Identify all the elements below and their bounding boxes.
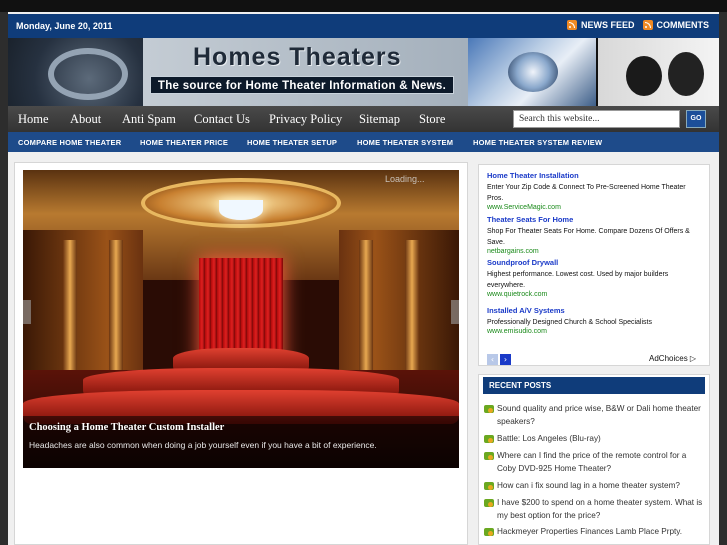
ad-url[interactable]: www.quietrock.com: [487, 291, 701, 298]
recent-post-link[interactable]: Where can I find the price of the remote…: [497, 451, 686, 473]
ad-item: Home Theater Installation Enter Your Zip…: [487, 171, 701, 211]
cat-home-theater-setup[interactable]: HOME THEATER SETUP: [247, 138, 337, 147]
ad-title[interactable]: Theater Seats For Home: [487, 215, 701, 224]
header-speaker-image: [8, 38, 143, 106]
search-go-button[interactable]: GO: [686, 110, 706, 128]
ad-description: Shop For Theater Seats For Home. Compare…: [487, 228, 690, 246]
recent-post-link[interactable]: Sound quality and price wise, B&W or Dal…: [497, 404, 701, 426]
nav-store[interactable]: Store: [419, 112, 445, 127]
site-tagline: The source for Home Theater Information …: [150, 76, 454, 94]
post-icon: [484, 452, 494, 460]
page-wrapper: Monday, June 20, 2011 NEWS FEED COMMENTS…: [8, 12, 719, 545]
recent-post-link[interactable]: I have $200 to spend on a home theater s…: [497, 498, 702, 520]
ad-description: Professionally Designed Church & School …: [487, 319, 652, 326]
nav-home[interactable]: Home: [18, 112, 49, 127]
ad-url[interactable]: netbargains.com: [487, 248, 701, 255]
featured-slider[interactable]: Loading... Choosing a Home Theater Custo…: [23, 170, 459, 468]
current-date: Monday, June 20, 2011: [16, 21, 113, 31]
nav-contact-us[interactable]: Contact Us: [194, 112, 250, 127]
rss-icon: [566, 20, 577, 30]
headphone-cup-left: [626, 56, 662, 96]
slider-loading: Loading...: [385, 174, 425, 184]
ad-description: Enter Your Zip Code & Connect To Pre-Scr…: [487, 184, 686, 202]
ad-item: Installed A/V Systems Professionally Des…: [487, 306, 701, 335]
top-strip: [0, 0, 727, 12]
nav-privacy-policy[interactable]: Privacy Policy: [269, 112, 342, 127]
category-nav: COMPARE HOME THEATER HOME THEATER PRICE …: [8, 132, 719, 152]
recent-posts-heading: RECENT POSTS: [483, 377, 705, 394]
turntable-graphic: [468, 38, 596, 106]
cat-home-theater-system[interactable]: HOME THEATER SYSTEM: [357, 138, 453, 147]
slider-prev-arrow[interactable]: [23, 300, 31, 324]
ad-url[interactable]: www.emisudio.com: [487, 328, 701, 335]
cat-home-theater-price[interactable]: HOME THEATER PRICE: [140, 138, 228, 147]
nav-sitemap[interactable]: Sitemap: [359, 112, 400, 127]
turntable-dial: [508, 52, 558, 92]
top-bar: Monday, June 20, 2011 NEWS FEED COMMENTS: [8, 14, 719, 38]
theater-column: [405, 240, 419, 390]
recent-post-item[interactable]: How can i fix sound lag in a home theate…: [483, 479, 705, 492]
theater-column: [63, 240, 77, 390]
comments-feed-link[interactable]: COMMENTS: [657, 20, 710, 30]
post-icon: [484, 499, 494, 507]
post-icon: [484, 482, 494, 490]
slide-excerpt: Headaches are also common when doing a j…: [29, 440, 377, 450]
chandelier: [219, 200, 263, 220]
site-title[interactable]: Homes Theaters: [193, 43, 402, 72]
headphones-graphic: [598, 38, 719, 106]
slide-title[interactable]: Choosing a Home Theater Custom Installer: [29, 422, 224, 433]
site-header: Homes Theaters The source for Home Theat…: [8, 38, 719, 106]
theater-column: [359, 240, 373, 390]
header-equipment-image: [468, 38, 719, 106]
rss-icon: [642, 20, 653, 30]
recent-post-link[interactable]: How can i fix sound lag in a home theate…: [497, 481, 680, 490]
recent-post-link[interactable]: Hackmeyer Properties Finances Lamb Place…: [497, 527, 682, 536]
feed-links: NEWS FEED COMMENTS: [566, 20, 710, 30]
slider-next-arrow[interactable]: [451, 300, 459, 324]
post-icon: [484, 435, 494, 443]
recent-posts-widget: RECENT POSTS Sound quality and price wis…: [478, 374, 710, 545]
speaker-disc-graphic: [48, 48, 128, 100]
ad-title[interactable]: Home Theater Installation: [487, 171, 701, 180]
ad-description: Highest performance. Lowest cost. Used b…: [487, 271, 669, 289]
ad-title[interactable]: Soundproof Drywall: [487, 258, 701, 267]
cat-home-theater-system-review[interactable]: HOME THEATER SYSTEM REVIEW: [473, 138, 602, 147]
main-nav: Home About Anti Spam Contact Us Privacy …: [8, 106, 719, 132]
ad-item: Theater Seats For Home Shop For Theater …: [487, 215, 701, 255]
ad-next-icon[interactable]: ›: [500, 354, 511, 365]
ad-widget: Home Theater Installation Enter Your Zip…: [478, 164, 710, 366]
ad-url[interactable]: www.ServiceMagic.com: [487, 204, 701, 211]
theater-column: [109, 240, 123, 390]
recent-post-item[interactable]: Where can I find the price of the remote…: [483, 449, 705, 475]
post-icon: [484, 405, 494, 413]
recent-post-item[interactable]: Battle: Los Angeles (Blu-ray): [483, 432, 705, 445]
headphone-cup-right: [668, 52, 704, 96]
nav-about[interactable]: About: [70, 112, 101, 127]
news-feed-link[interactable]: NEWS FEED: [581, 20, 635, 30]
recent-post-item[interactable]: Sound quality and price wise, B&W or Dal…: [483, 402, 705, 428]
ad-item: Soundproof Drywall Highest performance. …: [487, 258, 701, 298]
nav-anti-spam[interactable]: Anti Spam: [122, 112, 176, 127]
slide-caption: Choosing a Home Theater Custom Installer…: [23, 416, 459, 468]
recent-post-link[interactable]: Battle: Los Angeles (Blu-ray): [497, 434, 601, 443]
recent-post-item[interactable]: I have $200 to spend on a home theater s…: [483, 496, 705, 522]
ad-prev-icon[interactable]: ‹: [487, 354, 498, 365]
search-input[interactable]: Search this website...: [513, 110, 680, 128]
post-icon: [484, 528, 494, 536]
recent-post-item[interactable]: Hackmeyer Properties Finances Lamb Place…: [483, 525, 705, 538]
cat-compare-home-theater[interactable]: COMPARE HOME THEATER: [18, 138, 121, 147]
adchoices-link[interactable]: AdChoices ▷: [649, 354, 696, 363]
ad-title[interactable]: Installed A/V Systems: [487, 306, 701, 315]
